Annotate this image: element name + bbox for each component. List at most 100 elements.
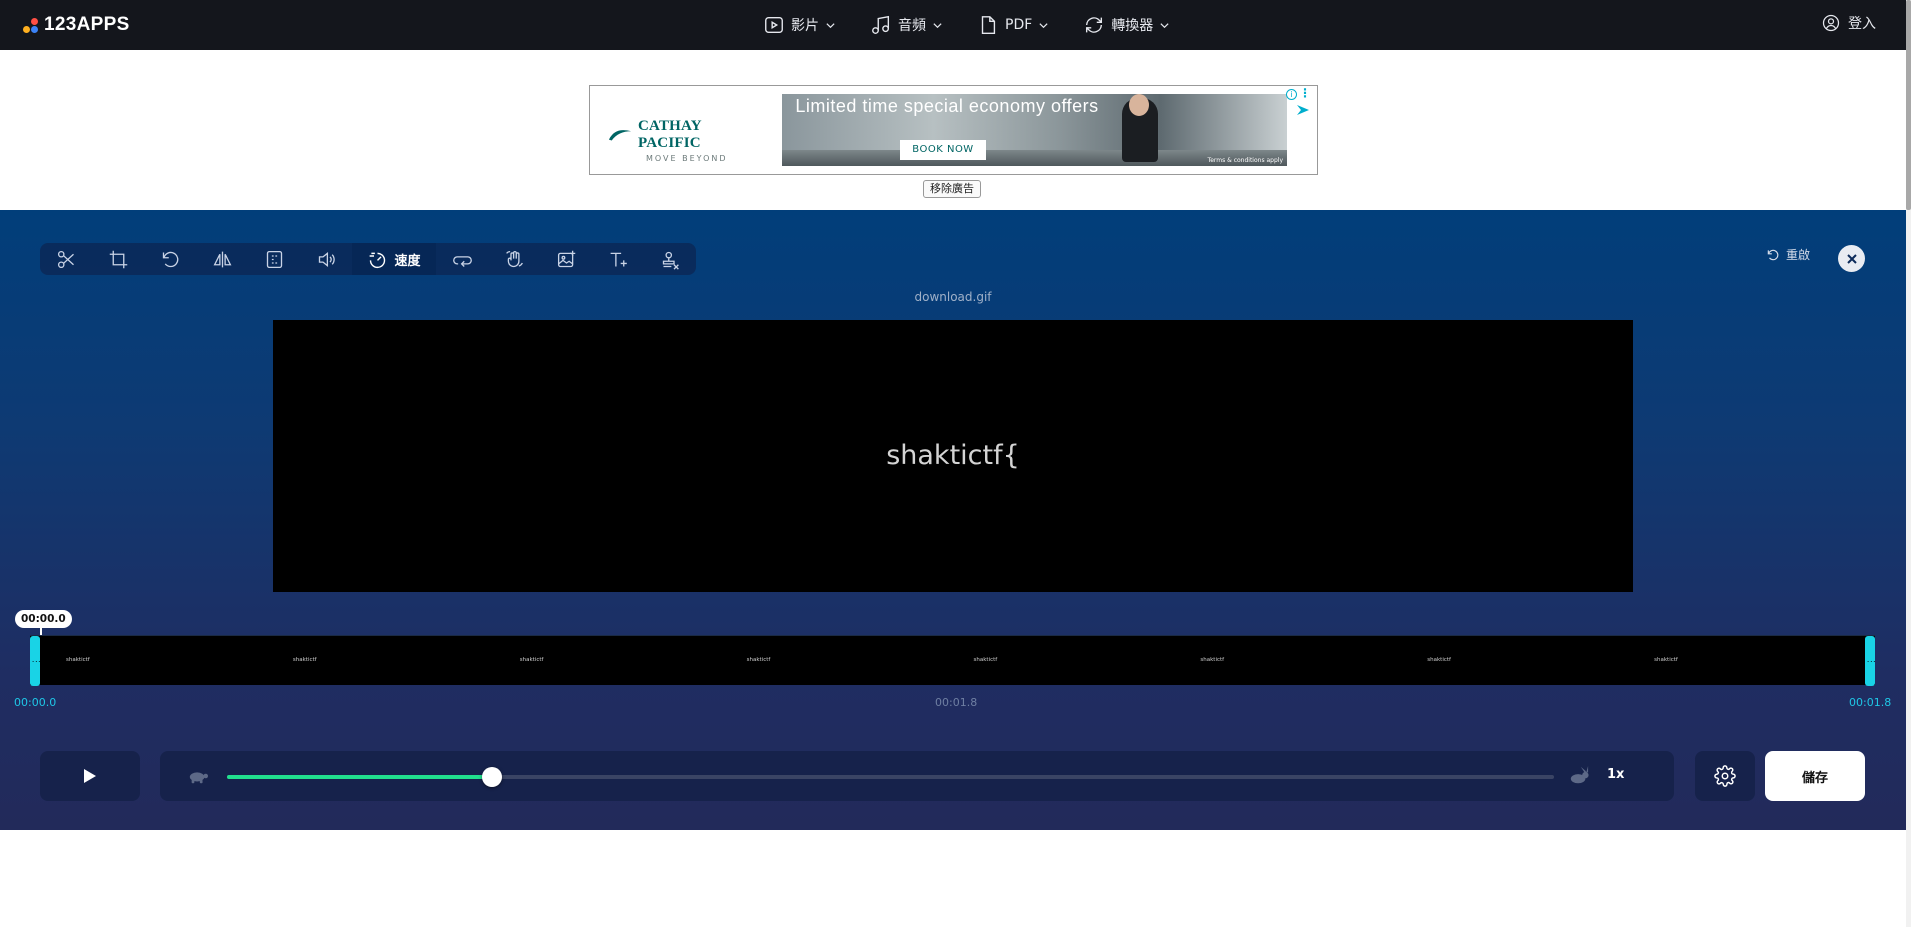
timeline-duration: 00:01.8 <box>935 696 978 709</box>
ad-book-now-button[interactable]: BOOK NOW <box>900 140 986 160</box>
timeline-frame: shaktictf <box>952 636 1179 686</box>
timeline-frame: shaktictf <box>1632 636 1859 686</box>
menu-item-label: 音頻 <box>898 18 926 34</box>
menu-item-audio[interactable]: 音頻 <box>870 14 943 36</box>
timeline-end-time: 00:01.8 <box>1849 696 1892 709</box>
timeline-frame: shaktictf <box>1405 636 1632 686</box>
timeline-frame-text: shaktictf <box>746 657 771 663</box>
menu-item-video[interactable]: 影片 <box>763 14 836 36</box>
tool-loop[interactable] <box>436 243 488 275</box>
tool-crop[interactable] <box>92 243 144 275</box>
document-icon <box>981 16 996 34</box>
reset-label: 重啟 <box>1786 248 1811 262</box>
logo-dots-icon <box>23 16 39 34</box>
chevron-down-icon <box>933 22 942 28</box>
speed-slider-fill <box>227 775 493 779</box>
ad-tagline: MOVE BEYOND <box>646 154 728 163</box>
speed-value: 1x <box>1607 767 1625 782</box>
settings-button[interactable] <box>1695 751 1755 801</box>
ad-image: Limited time special economy offers BOOK… <box>782 94 1287 166</box>
timeline-frame-text: shaktictf <box>292 657 317 663</box>
chevron-down-icon <box>1039 22 1048 28</box>
trim-end-handle[interactable]: ⋮ <box>1865 636 1876 686</box>
timeline-frame: shaktictf <box>44 636 271 686</box>
tool-speed[interactable]: 速度 <box>352 243 436 275</box>
flip-icon <box>213 251 231 267</box>
top-navigation-bar: 123APPS 影片 音頻 PDF 轉換器 登入 <box>0 0 1906 50</box>
speed-slider[interactable] <box>227 767 1554 787</box>
ad-info-icon[interactable]: i <box>1286 89 1297 100</box>
video-icon <box>765 16 783 34</box>
rabbit-icon[interactable] <box>1568 766 1590 786</box>
resize-icon <box>266 250 282 268</box>
tool-remove-logo[interactable] <box>644 243 696 275</box>
speed-icon <box>370 252 386 268</box>
timeline-frame-text: shaktictf <box>1427 657 1451 663</box>
ad-terms: Terms & conditions apply <box>1207 157 1283 164</box>
speed-control: 1x <box>160 751 1674 801</box>
tool-resize[interactable] <box>248 243 300 275</box>
ad-arrow-icon[interactable] <box>1295 102 1311 118</box>
close-button[interactable] <box>1838 245 1865 272</box>
text-icon <box>610 252 627 266</box>
music-icon <box>872 15 890 34</box>
rotate-icon <box>162 251 178 267</box>
timeline-frame-text: shaktictf <box>973 657 998 663</box>
save-button[interactable]: 儲存 <box>1765 751 1865 801</box>
timeline-frame: shaktictf <box>1178 636 1405 686</box>
ad-brand-name: CATHAY PACIFIC <box>638 118 702 151</box>
cut-icon <box>57 250 74 268</box>
reset-button[interactable]: 重啟 <box>1766 246 1810 263</box>
tool-volume[interactable] <box>300 243 352 275</box>
tool-rotate[interactable] <box>144 243 196 275</box>
crop-icon <box>109 250 127 268</box>
timeline-frame: shaktictf <box>271 636 498 686</box>
speed-slider-knob[interactable] <box>482 767 503 787</box>
timeline-frames: shaktictf shaktictf shaktictf shaktictf shak… <box>44 636 1859 686</box>
page-scrollbar[interactable] <box>1906 0 1911 927</box>
volume-icon <box>318 251 335 267</box>
tool-add-image[interactable] <box>540 243 592 275</box>
video-preview: shaktictf{ <box>273 320 1633 592</box>
timeline-frame-text: shaktictf <box>66 657 90 663</box>
timeline-track[interactable]: shaktictf shaktictf shaktictf shaktictf shak… <box>30 635 1876 686</box>
menu-item-pdf[interactable]: PDF <box>977 14 1049 36</box>
remove-ads-button[interactable]: 移除廣告 <box>923 180 981 198</box>
menu-item-label: PDF <box>1005 17 1033 33</box>
main-menu: 影片 音頻 PDF 轉換器 <box>763 0 1204 50</box>
user-icon <box>1822 14 1840 32</box>
menu-item-converter[interactable]: 轉換器 <box>1083 14 1170 36</box>
video-editor: 速度 重啟 download.gif shaktictf{ 00:00.0 sh… <box>0 210 1906 830</box>
advertisement-banner[interactable]: CATHAY PACIFIC MOVE BEYOND Limited time … <box>589 85 1318 175</box>
timeline-frame-text: shaktictf <box>1654 657 1678 663</box>
play-icon <box>84 769 96 783</box>
login-button[interactable]: 登入 <box>1821 13 1876 33</box>
close-icon <box>1846 253 1857 264</box>
logo-text: 123APPS <box>44 14 130 35</box>
chevron-down-icon <box>1160 22 1169 28</box>
trim-start-handle[interactable]: ⋮ <box>30 636 41 686</box>
logo[interactable]: 123APPS <box>23 12 130 38</box>
tool-stabilize[interactable] <box>488 243 540 275</box>
scrollbar-thumb[interactable] <box>1906 0 1911 210</box>
turtle-icon[interactable] <box>187 766 209 786</box>
chevron-down-icon <box>826 22 835 28</box>
tool-add-text[interactable] <box>592 243 644 275</box>
loop-icon <box>452 255 472 267</box>
timeline-start-time: 00:00.0 <box>14 696 57 709</box>
brushwing-logo-icon <box>608 130 632 141</box>
tool-flip[interactable] <box>196 243 248 275</box>
image-icon <box>557 250 575 267</box>
login-label: 登入 <box>1848 16 1876 32</box>
file-name: download.gif <box>914 290 992 304</box>
ad-more-icon[interactable]: ⋮ <box>1299 87 1311 99</box>
timeline-frame: shaktictf <box>498 636 725 686</box>
timeline-frame-text: shaktictf <box>519 657 544 663</box>
play-button[interactable] <box>40 751 140 801</box>
gear-icon <box>1714 765 1736 787</box>
current-time-badge: 00:00.0 <box>15 610 72 628</box>
tool-speed-label: 速度 <box>394 253 421 269</box>
tool-cut[interactable] <box>40 243 92 275</box>
ad-brand: CATHAY PACIFIC MOVE BEYOND <box>608 118 758 163</box>
timeline-frame: shaktictf <box>725 636 952 686</box>
